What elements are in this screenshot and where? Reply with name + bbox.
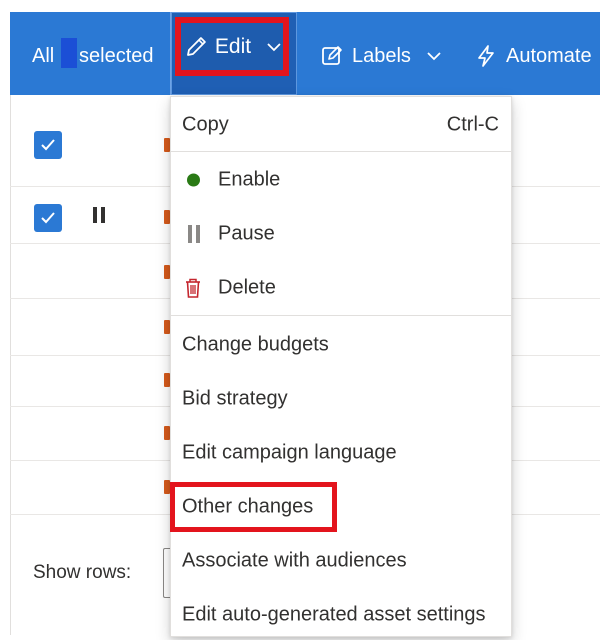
menu-item-label: Delete bbox=[218, 276, 276, 299]
pause-icon bbox=[188, 225, 200, 243]
chevron-down-icon bbox=[427, 52, 441, 61]
lightning-icon bbox=[478, 45, 494, 67]
pencil-icon bbox=[187, 37, 206, 56]
all-selected-prefix: All bbox=[32, 45, 55, 67]
keyboard-shortcut: Ctrl-C bbox=[446, 113, 499, 136]
show-rows-label: Show rows: bbox=[33, 562, 132, 583]
menu-item-label: Copy bbox=[182, 113, 229, 136]
menu-item-label: Pause bbox=[218, 222, 275, 245]
checkmark-icon bbox=[41, 139, 55, 151]
menu-item-copy[interactable]: Copy Ctrl-C bbox=[171, 100, 511, 150]
menu-item-enable[interactable]: Enable bbox=[171, 155, 511, 205]
menu-item-bid-strategy[interactable]: Bid strategy bbox=[171, 374, 511, 424]
menu-item-label: Bid strategy bbox=[182, 387, 288, 410]
menu-item-label: Edit campaign language bbox=[182, 441, 397, 464]
edit-button-label: Edit bbox=[214, 35, 252, 58]
menu-item-other-changes[interactable]: Other changes bbox=[171, 482, 511, 532]
labels-button[interactable]: Labels bbox=[320, 42, 443, 70]
edit-dropdown-menu: Copy Ctrl-C Enable Pause Delete Change b… bbox=[170, 96, 512, 637]
menu-item-label: Change budgets bbox=[182, 333, 329, 356]
menu-separator bbox=[171, 151, 511, 152]
all-selected-suffix: selected bbox=[79, 45, 154, 67]
edit-button[interactable]: Edit bbox=[183, 25, 283, 69]
select-all-checkbox[interactable] bbox=[34, 131, 62, 159]
selected-count-highlight bbox=[61, 38, 77, 68]
paused-status-icon bbox=[93, 207, 105, 223]
trash-icon bbox=[186, 278, 200, 298]
automate-button-label: Automate bbox=[506, 44, 592, 67]
row-checkbox[interactable] bbox=[34, 204, 62, 232]
automate-button[interactable]: Automate bbox=[474, 42, 592, 70]
bulk-actions-toolbar: All selected Labels Automate bbox=[10, 12, 600, 95]
menu-item-associate-with-audiences[interactable]: Associate with audiences bbox=[171, 536, 511, 586]
menu-item-delete[interactable]: Delete bbox=[171, 263, 511, 313]
menu-item-change-budgets[interactable]: Change budgets bbox=[171, 320, 511, 370]
menu-item-edit-auto-generated-asset-settings[interactable]: Edit auto-generated asset settings bbox=[171, 590, 511, 640]
menu-separator bbox=[171, 315, 511, 316]
labels-button-label: Labels bbox=[352, 44, 411, 67]
menu-item-label: Associate with audiences bbox=[182, 549, 407, 572]
green-dot-icon bbox=[187, 173, 200, 187]
menu-item-label: Other changes bbox=[182, 495, 314, 518]
menu-item-label: Enable bbox=[218, 168, 281, 191]
checkmark-icon bbox=[41, 212, 55, 224]
table-left-border bbox=[10, 95, 11, 635]
chevron-down-icon bbox=[267, 43, 281, 52]
menu-item-label: Edit auto-generated asset settings bbox=[182, 603, 486, 626]
label-edit-icon bbox=[322, 46, 342, 65]
menu-item-edit-campaign-language[interactable]: Edit campaign language bbox=[171, 428, 511, 478]
menu-item-pause[interactable]: Pause bbox=[171, 209, 511, 259]
